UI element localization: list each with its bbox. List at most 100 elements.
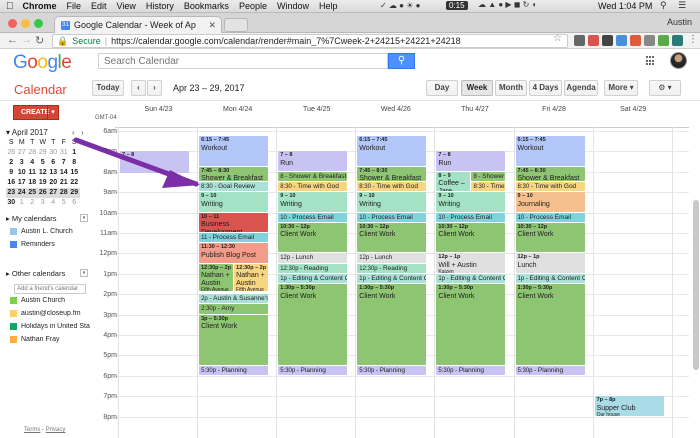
mini-day[interactable]: 2: [6, 158, 17, 168]
calendar-event[interactable]: 1p - Editing & Content Crea: [515, 273, 585, 283]
mini-day[interactable]: 21: [59, 178, 70, 188]
mini-day[interactable]: 29: [38, 148, 49, 158]
mini-prev-icon[interactable]: ‹: [72, 128, 75, 137]
browser-tab[interactable]: 31 Google Calendar - Week of Ap ✕: [54, 16, 222, 33]
calendar-event[interactable]: 9 – 10 Writing: [357, 192, 427, 212]
other-calendar-item[interactable]: Nathan Fray: [10, 336, 90, 343]
day-header[interactable]: Thu 4/27: [435, 106, 514, 113]
menu-people[interactable]: People: [239, 1, 267, 11]
mini-day[interactable]: 30: [6, 198, 17, 208]
mini-day[interactable]: 5: [38, 158, 49, 168]
calendar-event[interactable]: 7 – 8 Run: [436, 151, 506, 171]
day-header[interactable]: Mon 4/24: [198, 106, 277, 113]
mini-day[interactable]: 15: [69, 168, 80, 178]
calendar-event[interactable]: 12:30p – 2pNathan + AustinFifth Avenue H…: [234, 263, 269, 292]
calendar-event[interactable]: 9 – 10 Writing: [278, 192, 348, 212]
menu-list-icon[interactable]: ☰: [678, 0, 686, 11]
mini-day[interactable]: 1: [69, 148, 80, 158]
calendar-event[interactable]: 8:30 - Time with God: [278, 182, 348, 192]
calendar-event[interactable]: 2p - Austin & Susanne's W: [199, 294, 269, 304]
calendar-event[interactable]: 11 - Process Email: [199, 233, 269, 243]
mini-day[interactable]: 28: [27, 148, 38, 158]
profile-name[interactable]: Austin: [667, 17, 692, 27]
other-calendar-item[interactable]: Holidays in United Sta...: [10, 323, 90, 330]
extension-icon-7[interactable]: [658, 35, 669, 46]
mini-next-icon[interactable]: ›: [81, 128, 84, 137]
calendar-event[interactable]: 7 – 8 Run: [278, 151, 348, 171]
calendar-color-swatch[interactable]: [10, 336, 17, 343]
menu-history[interactable]: History: [146, 1, 174, 11]
close-tab-icon[interactable]: ✕: [208, 20, 216, 31]
reload-icon[interactable]: ↻: [35, 34, 44, 47]
calendar-event[interactable]: 8:30 - Time with God: [515, 182, 585, 192]
calendar-event[interactable]: 8:30 - Time with God: [357, 182, 427, 192]
day-header[interactable]: Sun 4/23: [119, 106, 198, 113]
mini-day[interactable]: 23: [6, 188, 17, 198]
mini-day[interactable]: 11: [27, 168, 38, 178]
spotlight-icon[interactable]: ⚲: [660, 0, 667, 11]
calendar-event[interactable]: 2:30p - Amy: [199, 304, 269, 314]
calendar-event[interactable]: 5:30p - Planning: [357, 365, 427, 375]
search-input[interactable]: Search Calendar: [98, 53, 388, 69]
add-friend-calendar-input[interactable]: Add a friend's calendar: [14, 284, 86, 294]
settings-button[interactable]: ⚙ ▾: [649, 80, 681, 96]
calendar-event[interactable]: 8 - Shower & Breakfast: [278, 171, 348, 181]
other-calendar-item[interactable]: austin@closeup.fm: [10, 310, 90, 317]
mini-day[interactable]: 26: [37, 188, 48, 198]
mini-day[interactable]: 27: [17, 148, 28, 158]
calendar-event[interactable]: 12:30p - Reading: [357, 263, 427, 273]
chrome-menu-icon[interactable]: ⋮: [688, 34, 698, 45]
extension-icon-4[interactable]: [616, 35, 627, 46]
calendar-event[interactable]: 1:30p – 5:30p Client Work: [436, 284, 506, 365]
calendar-event[interactable]: 10:30 – 12p Client Work: [357, 222, 427, 253]
mini-day[interactable]: 1: [17, 198, 28, 208]
calendar-event[interactable]: 9 – 10 Writing: [436, 192, 506, 212]
apple-icon[interactable]: : [6, 1, 14, 12]
mini-day[interactable]: 22: [69, 178, 80, 188]
calendar-event[interactable]: 6:15 – 7:45 Workout: [357, 136, 427, 166]
my-calendar-item[interactable]: Austin L. Church: [10, 228, 90, 235]
mini-calendar-title[interactable]: April 2017: [12, 128, 48, 137]
terms-link[interactable]: Terms: [24, 427, 40, 433]
bookmark-star-icon[interactable]: ☆: [553, 33, 562, 44]
mini-day[interactable]: 14: [59, 168, 70, 178]
calendar-color-swatch[interactable]: [10, 323, 17, 330]
extension-icon-8[interactable]: [672, 35, 683, 46]
menu-app-name[interactable]: Chrome: [23, 1, 57, 11]
calendar-event[interactable]: 10 - Process Email: [515, 212, 585, 222]
calendar-event[interactable]: 1p - Editing & Content Crea: [357, 273, 427, 283]
calendar-event[interactable]: 10 - Process Email: [436, 212, 506, 222]
menu-file[interactable]: File: [67, 1, 82, 11]
calendar-color-swatch[interactable]: [10, 310, 17, 317]
menu-edit[interactable]: Edit: [91, 1, 107, 11]
mini-day[interactable]: 28: [58, 188, 69, 198]
calendar-event[interactable]: 7p – 8p Supper Club Our house: [594, 396, 664, 416]
calendar-event[interactable]: 10:30 – 12p Client Work: [515, 222, 585, 253]
calendar-event[interactable]: 5:30p - Planning: [199, 365, 269, 375]
other-calendars-menu-icon[interactable]: ▾: [80, 269, 88, 277]
mini-day[interactable]: 3: [17, 158, 28, 168]
calendar-event[interactable]: 10 - Process Email: [278, 212, 348, 222]
calendar-event[interactable]: 1p - Editing & Content Crea: [436, 273, 506, 283]
google-logo[interactable]: Google: [13, 52, 72, 74]
calendar-event[interactable]: 8 - Shower &: [471, 171, 506, 181]
menubar-clock[interactable]: Wed 1:04 PM: [598, 1, 652, 11]
menu-bookmarks[interactable]: Bookmarks: [184, 1, 229, 11]
calendar-event[interactable]: 7:45 – 8:30 Shower & Breakfast: [199, 166, 269, 181]
day-header[interactable]: Tue 4/25: [277, 106, 356, 113]
other-calendars-section[interactable]: ▸ Other calendars ▾: [6, 269, 88, 278]
calendar-event[interactable]: 10:30 – 12p Client Work: [436, 222, 506, 253]
mini-day[interactable]: 9: [6, 168, 17, 178]
view-4days-button[interactable]: 4 Days: [529, 80, 562, 96]
mini-day[interactable]: 6: [48, 158, 59, 168]
mini-day[interactable]: 19: [38, 178, 49, 188]
calendar-event[interactable]: 12:30p - Reading: [278, 263, 348, 273]
create-button[interactable]: CREATE ▾: [13, 105, 59, 120]
calendar-event[interactable]: 12p – 1p Will + Austin Kaizen: [436, 253, 506, 273]
my-calendars-section[interactable]: ▸ My calendars ▾: [6, 214, 88, 223]
mini-day[interactable]: 31: [59, 148, 70, 158]
calendar-event[interactable]: 8 – 9Coffee – JareWild Love Bake: [436, 171, 471, 192]
next-week-button[interactable]: ›: [147, 80, 162, 96]
mini-day[interactable]: 12: [38, 168, 49, 178]
calendar-event[interactable]: 10 - Process Email: [357, 212, 427, 222]
